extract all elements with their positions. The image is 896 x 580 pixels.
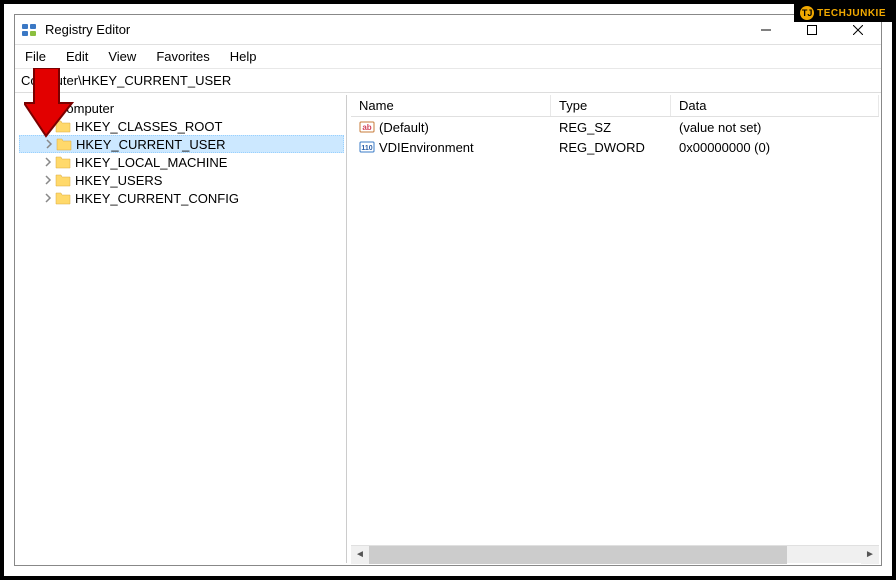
scroll-track[interactable] [369,546,861,564]
tree-node-hklm[interactable]: HKEY_LOCAL_MACHINE [19,153,344,171]
svg-text:110: 110 [361,145,372,152]
folder-icon [55,119,71,133]
menu-help[interactable]: Help [220,45,267,68]
folder-icon [55,191,71,205]
value-data: 0x00000000 (0) [671,140,879,155]
chevron-right-icon[interactable] [41,157,55,167]
list-row[interactable]: 110 VDIEnvironment REG_DWORD 0x00000000 … [351,137,879,157]
tree-node-computer[interactable]: Computer [19,99,344,117]
registry-editor-window: Registry Editor File Edit View Favorites… [14,14,882,566]
list-row[interactable]: ab (Default) REG_SZ (value not set) [351,117,879,137]
chevron-right-icon[interactable] [41,175,55,185]
watermark: TJ TECHJUNKIE [794,4,892,22]
chevron-right-icon[interactable] [42,139,56,149]
folder-icon [56,137,72,151]
svg-text:ab: ab [362,123,371,132]
folder-icon [55,173,71,187]
window-title: Registry Editor [45,22,743,37]
tree-label: HKEY_CLASSES_ROOT [75,119,222,134]
column-header-name[interactable]: Name [351,95,551,116]
value-type: REG_SZ [551,120,671,135]
list-body[interactable]: ab (Default) REG_SZ (value not set) 110 [351,117,879,545]
tree-node-hkcr[interactable]: HKEY_CLASSES_ROOT [19,117,344,135]
minimize-icon [761,25,771,35]
horizontal-scrollbar[interactable]: ◄ ► [351,545,879,563]
tree-pane[interactable]: Computer HKEY_CLASSES_ROOT [17,95,347,563]
address-bar[interactable]: Computer\HKEY_CURRENT_USER [15,69,881,93]
titlebar: Registry Editor [15,15,881,45]
chevron-right-icon[interactable] [41,121,55,131]
scroll-left-arrow-icon[interactable]: ◄ [351,546,369,564]
minimize-button[interactable] [743,15,789,45]
tree-node-hkcu[interactable]: HKEY_CURRENT_USER [19,135,344,153]
scroll-thumb[interactable] [369,546,787,564]
computer-icon [37,100,53,116]
list-header: Name Type Data [351,95,879,117]
binary-value-icon: 110 [359,139,375,155]
menubar: File Edit View Favorites Help [15,45,881,69]
address-text: Computer\HKEY_CURRENT_USER [21,73,231,88]
watermark-logo-icon: TJ [800,6,814,20]
watermark-text: TECHJUNKIE [817,8,886,19]
string-value-icon: ab [359,119,375,135]
tree-node-hku[interactable]: HKEY_USERS [19,171,344,189]
menu-file[interactable]: File [15,45,56,68]
close-icon [853,25,863,35]
scroll-right-arrow-icon[interactable]: ► [861,546,879,564]
tree-label: HKEY_LOCAL_MACHINE [75,155,227,170]
list-pane: Name Type Data ab (Default) REG_SZ (valu [351,95,879,563]
content-area: Computer HKEY_CLASSES_ROOT [15,93,881,565]
value-name: (Default) [379,120,429,135]
tree-label-computer: Computer [57,101,114,116]
tree-node-hkcc[interactable]: HKEY_CURRENT_CONFIG [19,189,344,207]
menu-favorites[interactable]: Favorites [146,45,219,68]
chevron-down-icon[interactable] [23,103,37,113]
tree-label: HKEY_CURRENT_USER [76,137,226,152]
menu-edit[interactable]: Edit [56,45,98,68]
menu-view[interactable]: View [98,45,146,68]
value-type: REG_DWORD [551,140,671,155]
app-icon [21,22,37,38]
folder-icon [55,155,71,169]
column-header-type[interactable]: Type [551,95,671,116]
value-data: (value not set) [671,120,879,135]
maximize-icon [807,25,817,35]
chevron-right-icon[interactable] [41,193,55,203]
tree-label: HKEY_CURRENT_CONFIG [75,191,239,206]
tree-label: HKEY_USERS [75,173,162,188]
value-name: VDIEnvironment [379,140,474,155]
column-header-data[interactable]: Data [671,95,879,116]
